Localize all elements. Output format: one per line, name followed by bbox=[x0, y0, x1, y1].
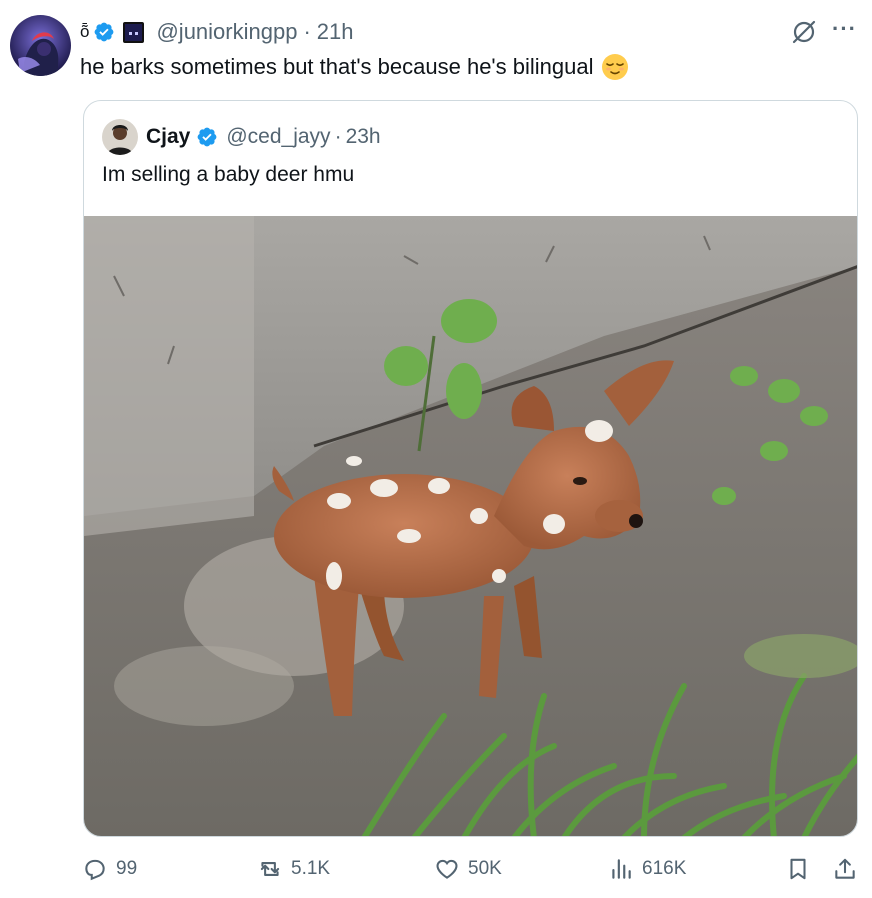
verified-badge-icon bbox=[95, 22, 114, 42]
bookmark-button[interactable] bbox=[785, 856, 819, 882]
like-count: 50K bbox=[468, 858, 502, 879]
tweet-time[interactable]: 21h bbox=[317, 19, 354, 45]
reply-button[interactable]: 99 bbox=[82, 856, 137, 882]
bookmark-icon bbox=[790, 858, 806, 880]
share-icon bbox=[835, 858, 855, 879]
tweet-text-content: he barks sometimes but that's because he… bbox=[80, 54, 594, 79]
tweet[interactable]: ȭ @juniorkingpp · 21h ··· he barks somet… bbox=[0, 0, 872, 898]
relieved-face-emoji-icon bbox=[602, 54, 629, 80]
quoted-tweet-header: Cjay @ced_jayy · 23h bbox=[102, 119, 381, 155]
like-button[interactable]: 50K bbox=[434, 856, 502, 882]
verified-badge-icon bbox=[197, 127, 217, 147]
views-icon bbox=[612, 859, 631, 879]
retweet-button[interactable]: 5.1K bbox=[257, 856, 330, 882]
author-handle[interactable]: @juniorkingpp bbox=[156, 19, 297, 45]
quoted-author-name[interactable]: Cjay bbox=[146, 125, 190, 149]
puppy-photo[interactable] bbox=[84, 216, 858, 837]
grok-icon[interactable] bbox=[790, 18, 818, 46]
views-count: 616K bbox=[642, 858, 687, 879]
quoted-tweet[interactable]: Cjay @ced_jayy · 23h Im selling a baby d… bbox=[83, 100, 858, 837]
action-bar: 99 5.1K 50K 616K bbox=[0, 850, 872, 890]
like-icon bbox=[436, 859, 458, 879]
share-button[interactable] bbox=[832, 856, 866, 882]
quoted-author-avatar[interactable] bbox=[102, 119, 138, 155]
author-avatar[interactable] bbox=[10, 15, 71, 76]
quoted-tweet-text: Im selling a baby deer hmu bbox=[102, 163, 355, 186]
retweet-count: 5.1K bbox=[291, 858, 331, 879]
reply-count: 99 bbox=[116, 858, 138, 879]
separator-dot: · bbox=[303, 19, 311, 44]
tweet-header: ȭ @juniorkingpp · 21h bbox=[80, 18, 354, 46]
quoted-author-handle[interactable]: @ced_jayy bbox=[226, 125, 330, 149]
reply-icon bbox=[85, 859, 105, 881]
more-icon[interactable]: ··· bbox=[832, 16, 858, 44]
separator-dot: · bbox=[334, 125, 342, 148]
author-display-name[interactable]: ȭ bbox=[80, 22, 89, 42]
views-button[interactable]: 616K bbox=[608, 856, 686, 882]
quoted-tweet-time[interactable]: 23h bbox=[346, 125, 381, 149]
game-controller-icon bbox=[123, 21, 145, 43]
tweet-text: he barks sometimes but that's because he… bbox=[80, 53, 629, 81]
retweet-icon bbox=[260, 862, 280, 876]
